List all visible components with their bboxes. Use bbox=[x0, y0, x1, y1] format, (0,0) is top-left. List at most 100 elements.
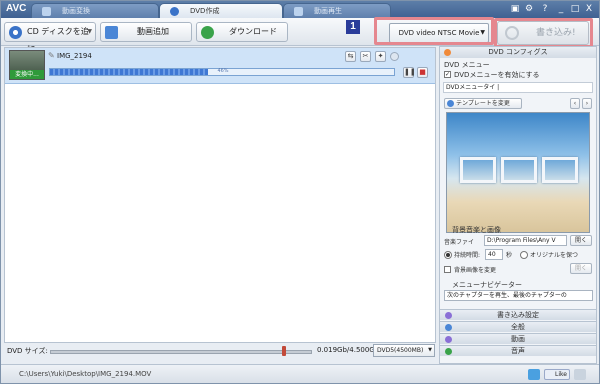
enable-menu-checkbox[interactable]: ✓ bbox=[444, 71, 451, 78]
cut-icon[interactable]: ✂ bbox=[360, 51, 371, 62]
template-frame bbox=[460, 157, 496, 183]
restore-button[interactable]: □ bbox=[569, 3, 581, 15]
video-bar[interactable]: 動画 bbox=[440, 333, 596, 344]
template-frame bbox=[501, 157, 537, 183]
gear-icon[interactable]: ⚙ bbox=[523, 3, 535, 15]
cd-icon bbox=[9, 26, 22, 39]
prev-template-button[interactable]: ‹ bbox=[570, 98, 580, 109]
template-icon bbox=[447, 100, 454, 107]
dvd-config-panel: DVD コンフィグス DVD メニュー ✓ DVDメニューを有効にする DVDメ… bbox=[439, 46, 597, 364]
change-bg-label: 背景画像を変更 bbox=[454, 267, 497, 274]
disc-size-track bbox=[50, 350, 312, 354]
download-icon bbox=[201, 26, 214, 39]
burn-settings-bar[interactable]: 書き込み設定 bbox=[440, 309, 596, 320]
tab-video-convert[interactable]: 動画変換 bbox=[31, 3, 159, 18]
chevron-down-icon[interactable]: ▼ bbox=[428, 345, 432, 356]
change-template-label: テンプレートを変更 bbox=[456, 100, 510, 107]
disc-size-marker bbox=[282, 346, 286, 356]
help-button[interactable]: ? bbox=[539, 3, 551, 15]
duration-radio[interactable] bbox=[444, 251, 452, 259]
highlight-profile bbox=[374, 17, 494, 45]
duration-label: 持続時間: bbox=[454, 252, 481, 259]
disc-type-select[interactable]: DVD5(4500MB) ▼ bbox=[373, 344, 435, 357]
step-badge-1: 1 bbox=[346, 20, 360, 34]
open-bg-button[interactable]: 開く bbox=[570, 263, 592, 274]
change-bg-checkbox[interactable] bbox=[444, 266, 451, 273]
highlight-burn bbox=[494, 18, 593, 48]
disc-type-value: DVD5(4500MB) bbox=[377, 347, 424, 354]
general-label: 全般 bbox=[511, 323, 525, 331]
app-window: AVC 動画変換 DVD作成 動画再生 ▣ ⚙ ? _ □ X CD ディスクを… bbox=[0, 0, 600, 384]
play-icon bbox=[294, 7, 303, 16]
tab-label: 動画変換 bbox=[62, 7, 90, 15]
status-bar: C:\Users\Yuki\Desktop\IMG_2194.MOV Like bbox=[1, 364, 599, 383]
twitter-icon[interactable] bbox=[528, 369, 540, 380]
change-template-button[interactable]: テンプレートを変更 bbox=[444, 98, 522, 109]
download-label: ダウンロード bbox=[229, 27, 277, 36]
chevron-down-icon[interactable]: ▼ bbox=[87, 23, 92, 41]
tab-label: 動画再生 bbox=[314, 7, 342, 15]
close-button[interactable]: X bbox=[583, 3, 595, 15]
video-icon bbox=[445, 336, 452, 343]
next-template-button[interactable]: › bbox=[582, 98, 592, 109]
disc-size-label: DVD サイズ: bbox=[7, 347, 48, 355]
menu-section-title: DVD メニュー bbox=[444, 61, 490, 69]
disc-size-value: 0.019Gb/4.500Gb bbox=[317, 346, 380, 354]
navigator-section-title: メニューナビゲーター bbox=[452, 281, 522, 289]
minimize-button[interactable]: _ bbox=[555, 3, 567, 15]
music-file-field[interactable]: D:\Program Files\Any V bbox=[484, 235, 567, 246]
info-icon[interactable] bbox=[390, 52, 399, 61]
app-logo: AVC bbox=[6, 3, 27, 14]
menu-icon[interactable] bbox=[574, 369, 586, 380]
download-button[interactable]: ダウンロード bbox=[196, 22, 288, 42]
disc-icon bbox=[170, 7, 179, 16]
menu-template-preview[interactable] bbox=[446, 112, 590, 233]
tab-video-play[interactable]: 動画再生 bbox=[283, 3, 391, 18]
list-item[interactable]: 変換中... ✎ IMG_2194 46% ⇆ ✂ ✦ ❚❚ ■ bbox=[5, 48, 435, 84]
file-path: C:\Users\Yuki\Desktop\IMG_2194.MOV bbox=[19, 370, 152, 378]
video-list: 変換中... ✎ IMG_2194 46% ⇆ ✂ ✦ ❚❚ ■ bbox=[4, 47, 436, 343]
pause-icon[interactable]: ❚❚ bbox=[403, 67, 416, 78]
convert-icon bbox=[42, 7, 51, 16]
status-badge: 変換中... bbox=[10, 70, 44, 79]
config-icon bbox=[444, 49, 451, 56]
add-video-icon bbox=[105, 26, 118, 39]
keep-original-radio[interactable] bbox=[520, 251, 528, 259]
general-bar[interactable]: 全般 bbox=[440, 321, 596, 332]
title-bar: AVC 動画変換 DVD作成 動画再生 ▣ ⚙ ? _ □ X bbox=[1, 1, 599, 18]
config-header[interactable]: DVD コンフィグス bbox=[440, 47, 596, 58]
effect-icon[interactable]: ✦ bbox=[375, 51, 386, 62]
music-file-label: 音楽ファイ bbox=[444, 239, 475, 246]
video-thumbnail[interactable]: 変換中... bbox=[9, 50, 45, 80]
menu-title-field[interactable]: DVDメニュータイ | bbox=[443, 82, 593, 93]
template-frame bbox=[542, 157, 578, 183]
edit-name-icon[interactable]: ✎ bbox=[48, 51, 55, 60]
duration-field[interactable]: 40 bbox=[485, 249, 503, 260]
screen-icon[interactable]: ▣ bbox=[509, 3, 521, 15]
tab-dvd-create[interactable]: DVD作成 bbox=[159, 3, 283, 18]
keep-original-label: オリジナルを保つ bbox=[530, 252, 579, 259]
enable-menu-label: DVDメニューを有効にする bbox=[454, 71, 540, 79]
like-label: Like bbox=[555, 371, 567, 378]
audio-icon bbox=[445, 348, 452, 355]
disc-size-bar: DVD サイズ: 0.019Gb/4.500Gb DVD5(4500MB) ▼ bbox=[4, 343, 436, 359]
stop-icon[interactable]: ■ bbox=[417, 67, 428, 78]
duration-unit: 秒 bbox=[506, 252, 513, 259]
general-icon bbox=[445, 324, 452, 331]
audio-label: 音声 bbox=[511, 347, 525, 355]
facebook-like-button[interactable]: Like bbox=[544, 369, 570, 380]
add-video-button[interactable]: 動画追加 bbox=[100, 22, 192, 42]
audio-bar[interactable]: 音声 bbox=[440, 345, 596, 356]
open-music-button[interactable]: 開く bbox=[570, 235, 592, 246]
burn-settings-label: 書き込み設定 bbox=[497, 311, 539, 319]
add-video-label: 動画追加 bbox=[137, 27, 169, 36]
progress-text: 46% bbox=[217, 68, 229, 74]
video-name: IMG_2194 bbox=[57, 52, 92, 60]
config-title: DVD コンフィグス bbox=[488, 48, 548, 56]
bg-section-title: 背景音楽と画像 bbox=[452, 226, 501, 234]
add-disc-button[interactable]: CD ディスクを追加 ▼ bbox=[4, 22, 96, 54]
chapter-icon[interactable]: ⇆ bbox=[345, 51, 356, 62]
progress-bar: 46% bbox=[49, 68, 395, 76]
navigator-field[interactable]: 次のチャプターを再生、最後のチャプターの bbox=[444, 290, 593, 301]
video-label: 動画 bbox=[511, 335, 525, 343]
